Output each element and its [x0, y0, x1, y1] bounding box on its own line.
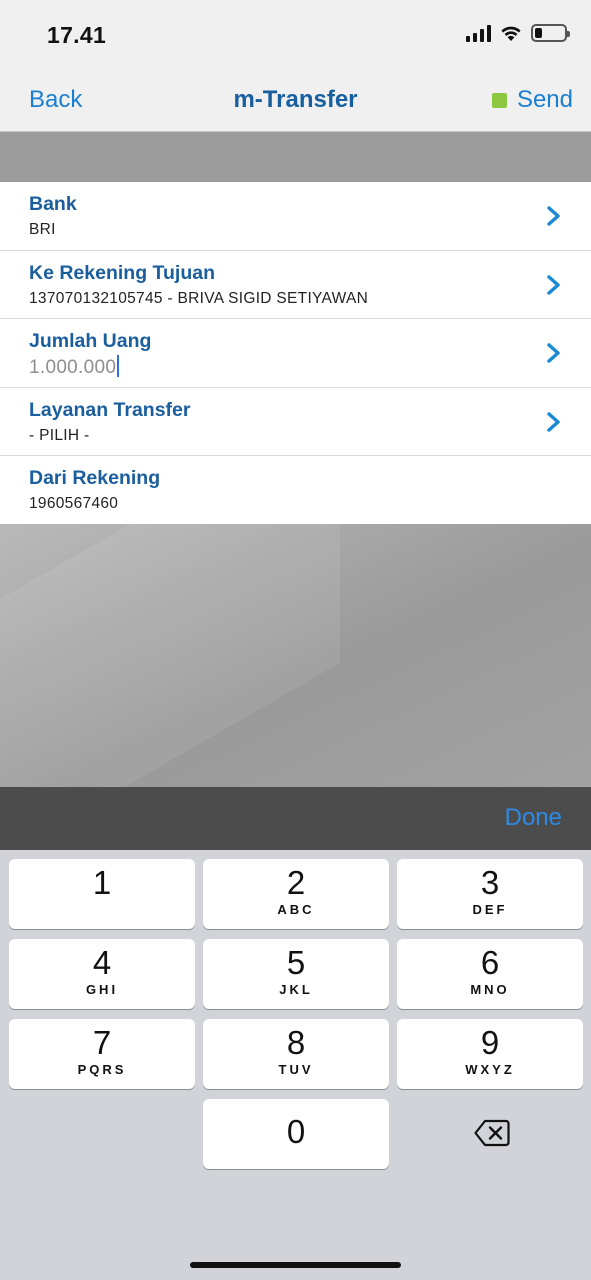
background-panel [0, 524, 591, 787]
transfer-service-label: Layanan Transfer [29, 398, 191, 421]
form-row-bank[interactable]: Bank BRI [0, 182, 591, 251]
send-button[interactable]: Send [491, 86, 573, 114]
send-status-indicator [491, 92, 507, 108]
numeric-keypad: 1 2 ABC 3 DEF 4 GHI 5 JKL 6 MNO 7 PQRS 8… [0, 850, 591, 1280]
key-number: 2 [286, 864, 306, 901]
wifi-icon [501, 26, 521, 41]
header-spacer [0, 132, 591, 182]
key-letters: GHI [85, 982, 119, 997]
form-row-source-account: Dari Rekening 1960567460 [0, 456, 591, 525]
key-letters: ABC [277, 902, 315, 917]
keyboard-toolbar: Done [0, 787, 591, 850]
form-row-transfer-service[interactable]: Layanan Transfer - PILIH - [0, 388, 591, 456]
cellular-signal-icon [466, 24, 491, 42]
bank-label: Bank [29, 193, 77, 215]
amount-input-wrap[interactable]: 1.000.000 [29, 355, 120, 379]
key-5[interactable]: 5 JKL [203, 939, 389, 1009]
chevron-right-icon [547, 343, 560, 363]
key-3[interactable]: 3 DEF [397, 859, 583, 929]
backspace-icon [474, 1119, 510, 1147]
key-number: 7 [92, 1024, 112, 1061]
key-number: 0 [286, 1113, 306, 1150]
key-letters: WXYZ [465, 1062, 515, 1077]
key-7[interactable]: 7 PQRS [9, 1019, 195, 1089]
status-time: 17.41 [47, 22, 107, 48]
amount-label: Jumlah Uang [29, 330, 152, 352]
transfer-service-value: - PILIH - [29, 426, 90, 444]
battery-icon [531, 24, 570, 42]
form-row-amount[interactable]: Jumlah Uang 1.000.000 [0, 319, 591, 388]
key-0[interactable]: 0 [203, 1099, 389, 1169]
amount-input[interactable]: 1.000.000 [29, 357, 116, 378]
key-letters: JKL [279, 982, 313, 997]
battery-level [535, 28, 542, 38]
transfer-form: Bank BRI Ke Rekening Tujuan 137070132105… [0, 182, 591, 525]
key-number: 5 [286, 944, 306, 981]
key-9[interactable]: 9 WXYZ [397, 1019, 583, 1089]
chevron-right-icon [547, 411, 560, 432]
home-indicator[interactable] [190, 1262, 401, 1268]
key-6[interactable]: 6 MNO [397, 939, 583, 1009]
delete-key[interactable] [397, 1099, 583, 1169]
key-1[interactable]: 1 [9, 859, 195, 929]
text-cursor [117, 355, 120, 377]
key-number: 3 [480, 864, 500, 901]
key-letters: PQRS [77, 1062, 127, 1077]
key-4[interactable]: 4 GHI [9, 939, 195, 1009]
destination-account-label: Ke Rekening Tujuan [29, 261, 215, 284]
key-number: 4 [92, 944, 112, 981]
chevron-right-icon [547, 274, 560, 295]
send-label: Send [516, 86, 573, 113]
key-letters: DEF [472, 902, 508, 917]
status-icons [466, 24, 570, 42]
key-number: 1 [92, 864, 112, 901]
key-letters: MNO [470, 982, 510, 997]
source-account-label: Dari Rekening [29, 467, 161, 489]
done-button[interactable]: Done [505, 804, 562, 832]
key-8[interactable]: 8 TUV [203, 1019, 389, 1089]
chevron-right-icon [547, 206, 560, 226]
key-number: 6 [480, 944, 500, 981]
key-letters: TUV [278, 1062, 314, 1077]
navigation-bar: Back m-Transfer Send [0, 70, 591, 132]
source-account-value: 1960567460 [29, 495, 119, 512]
key-number: 9 [480, 1024, 500, 1061]
form-row-destination-account[interactable]: Ke Rekening Tujuan 137070132105745 - BRI… [0, 251, 591, 319]
bank-value: BRI [29, 221, 56, 238]
key-number: 8 [286, 1024, 306, 1061]
status-bar: 17.41 [0, 0, 591, 70]
key-2[interactable]: 2 ABC [203, 859, 389, 929]
destination-account-value: 137070132105745 - BRIVA SIGID SETIYAWAN [29, 289, 369, 307]
